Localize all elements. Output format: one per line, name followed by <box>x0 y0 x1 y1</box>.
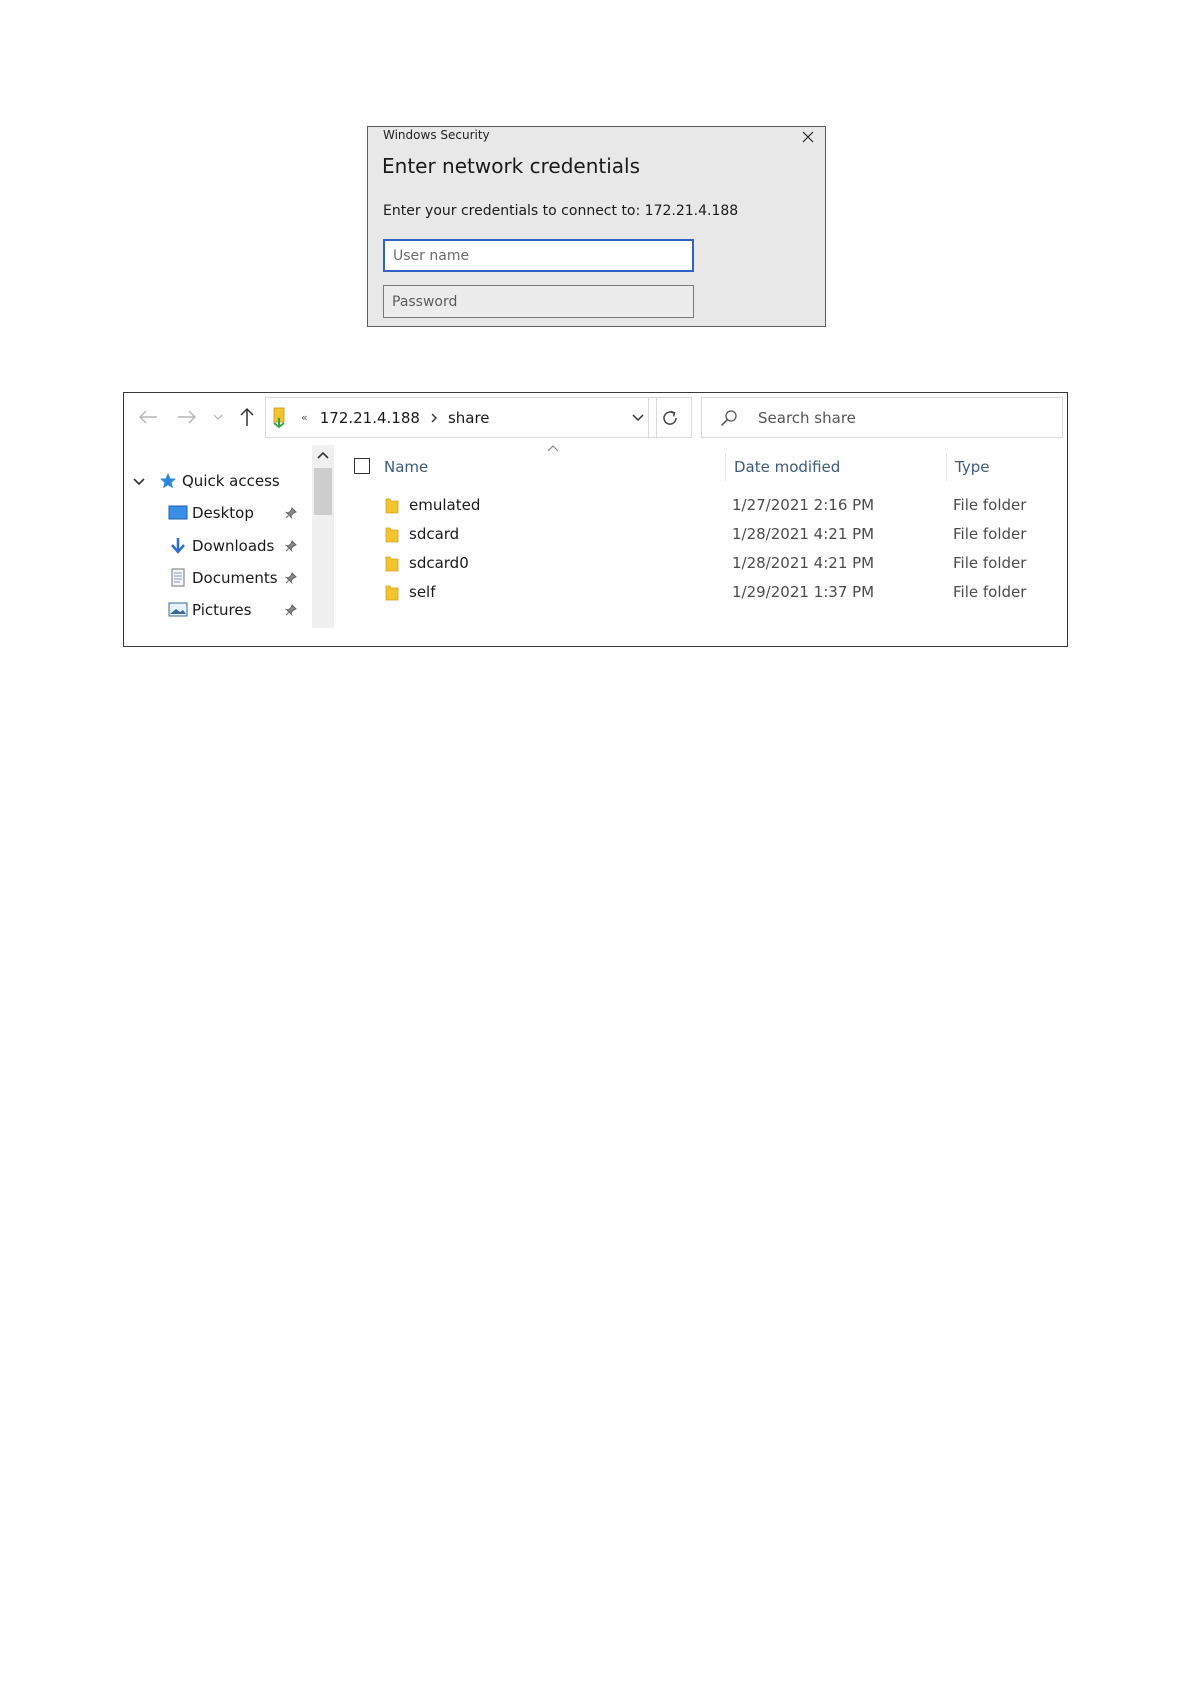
sidebar-item-label: Quick access <box>182 472 280 490</box>
folder-icon <box>385 585 399 601</box>
dialog-app-title: Windows Security <box>383 128 490 142</box>
sidebar-item-label: Downloads <box>192 537 275 555</box>
nav-pane-scrollbar[interactable] <box>312 445 334 628</box>
network-share-icon <box>269 406 289 430</box>
forward-button[interactable] <box>174 405 200 429</box>
breadcrumb-overflow-icon[interactable]: « <box>301 411 308 424</box>
folder-icon <box>385 556 399 572</box>
password-input[interactable] <box>383 285 694 318</box>
file-name: sdcard0 <box>409 554 469 572</box>
arrow-left-icon <box>139 410 157 424</box>
navigation-pane: Quick access Desktop Downloads Documents… <box>124 443 334 646</box>
back-button[interactable] <box>135 405 161 429</box>
file-date: 1/29/2021 1:37 PM <box>732 583 875 601</box>
search-icon <box>720 408 740 428</box>
desktop-icon <box>167 503 189 523</box>
column-header-date-modified[interactable]: Date modified <box>725 453 944 481</box>
file-name: emulated <box>409 496 481 514</box>
arrow-right-icon <box>178 410 196 424</box>
downloads-icon <box>167 536 189 556</box>
sidebar-item-quick-access[interactable]: Quick access <box>157 471 280 491</box>
close-icon <box>802 131 814 143</box>
breadcrumb-share[interactable]: share <box>448 409 490 427</box>
sidebar-item-label: Documents <box>192 569 278 587</box>
chevron-up-icon <box>317 451 329 459</box>
scroll-up-button[interactable] <box>312 445 334 465</box>
file-name: self <box>409 583 436 601</box>
star-icon <box>157 471 179 491</box>
username-input[interactable] <box>383 239 694 272</box>
chevron-down-icon <box>133 478 145 486</box>
file-name: sdcard <box>409 525 460 543</box>
file-date: 1/28/2021 4:21 PM <box>732 525 875 543</box>
recent-locations-button[interactable] <box>210 405 226 429</box>
breadcrumb-host[interactable]: 172.21.4.188 <box>320 409 420 427</box>
sidebar-item-documents[interactable]: Documents <box>167 568 278 588</box>
sidebar-item-pictures[interactable]: Pictures <box>167 600 251 620</box>
file-date: 1/27/2021 2:16 PM <box>732 496 875 514</box>
refresh-icon <box>663 410 677 425</box>
file-row[interactable]: emulated 1/27/2021 2:16 PM File folder <box>379 493 1059 519</box>
file-type: File folder <box>953 554 1027 572</box>
chevron-down-icon <box>632 414 644 422</box>
search-box[interactable] <box>701 397 1063 438</box>
arrow-up-icon <box>240 407 254 426</box>
select-all-checkbox[interactable] <box>354 458 370 474</box>
file-type: File folder <box>953 583 1027 601</box>
pin-icon[interactable] <box>284 539 298 553</box>
sidebar-item-downloads[interactable]: Downloads <box>167 536 274 556</box>
sidebar-item-label: Pictures <box>192 601 252 619</box>
file-row[interactable]: sdcard 1/28/2021 4:21 PM File folder <box>379 522 1059 548</box>
column-header-name[interactable]: Name <box>384 453 714 481</box>
folder-icon <box>385 527 399 543</box>
breadcrumb-separator-icon[interactable] <box>430 413 438 423</box>
dialog-description: Enter your credentials to connect to: 17… <box>383 203 739 219</box>
sort-ascending-icon <box>547 445 559 452</box>
file-row[interactable]: sdcard0 1/28/2021 4:21 PM File folder <box>379 551 1059 577</box>
documents-icon <box>167 568 189 588</box>
sidebar-item-desktop[interactable]: Desktop <box>167 503 254 523</box>
address-dropdown-button[interactable] <box>628 408 648 428</box>
file-row[interactable]: self 1/29/2021 1:37 PM File folder <box>379 580 1059 606</box>
file-date: 1/28/2021 4:21 PM <box>732 554 875 572</box>
pin-icon[interactable] <box>284 506 298 520</box>
scroll-thumb[interactable] <box>314 468 332 515</box>
address-bar[interactable]: « 172.21.4.188 share <box>265 397 657 438</box>
file-type: File folder <box>953 525 1027 543</box>
dialog-heading: Enter network credentials <box>382 154 641 178</box>
folder-icon <box>385 498 399 514</box>
chevron-down-icon <box>213 414 223 420</box>
file-type: File folder <box>953 496 1027 514</box>
pictures-icon <box>167 600 189 620</box>
search-input[interactable] <box>756 407 1040 428</box>
file-explorer-window: « 172.21.4.188 share Search share Quick … <box>123 392 1068 647</box>
up-button[interactable] <box>234 405 260 429</box>
quick-access-expand-button[interactable] <box>132 475 146 489</box>
close-button[interactable] <box>797 127 819 147</box>
credentials-dialog: Windows Security Enter network credentia… <box>367 126 826 327</box>
pin-icon[interactable] <box>284 603 298 617</box>
column-header-type[interactable]: Type <box>946 453 1065 481</box>
refresh-button[interactable] <box>648 397 692 438</box>
pin-icon[interactable] <box>284 571 298 585</box>
sidebar-item-label: Desktop <box>192 504 254 522</box>
